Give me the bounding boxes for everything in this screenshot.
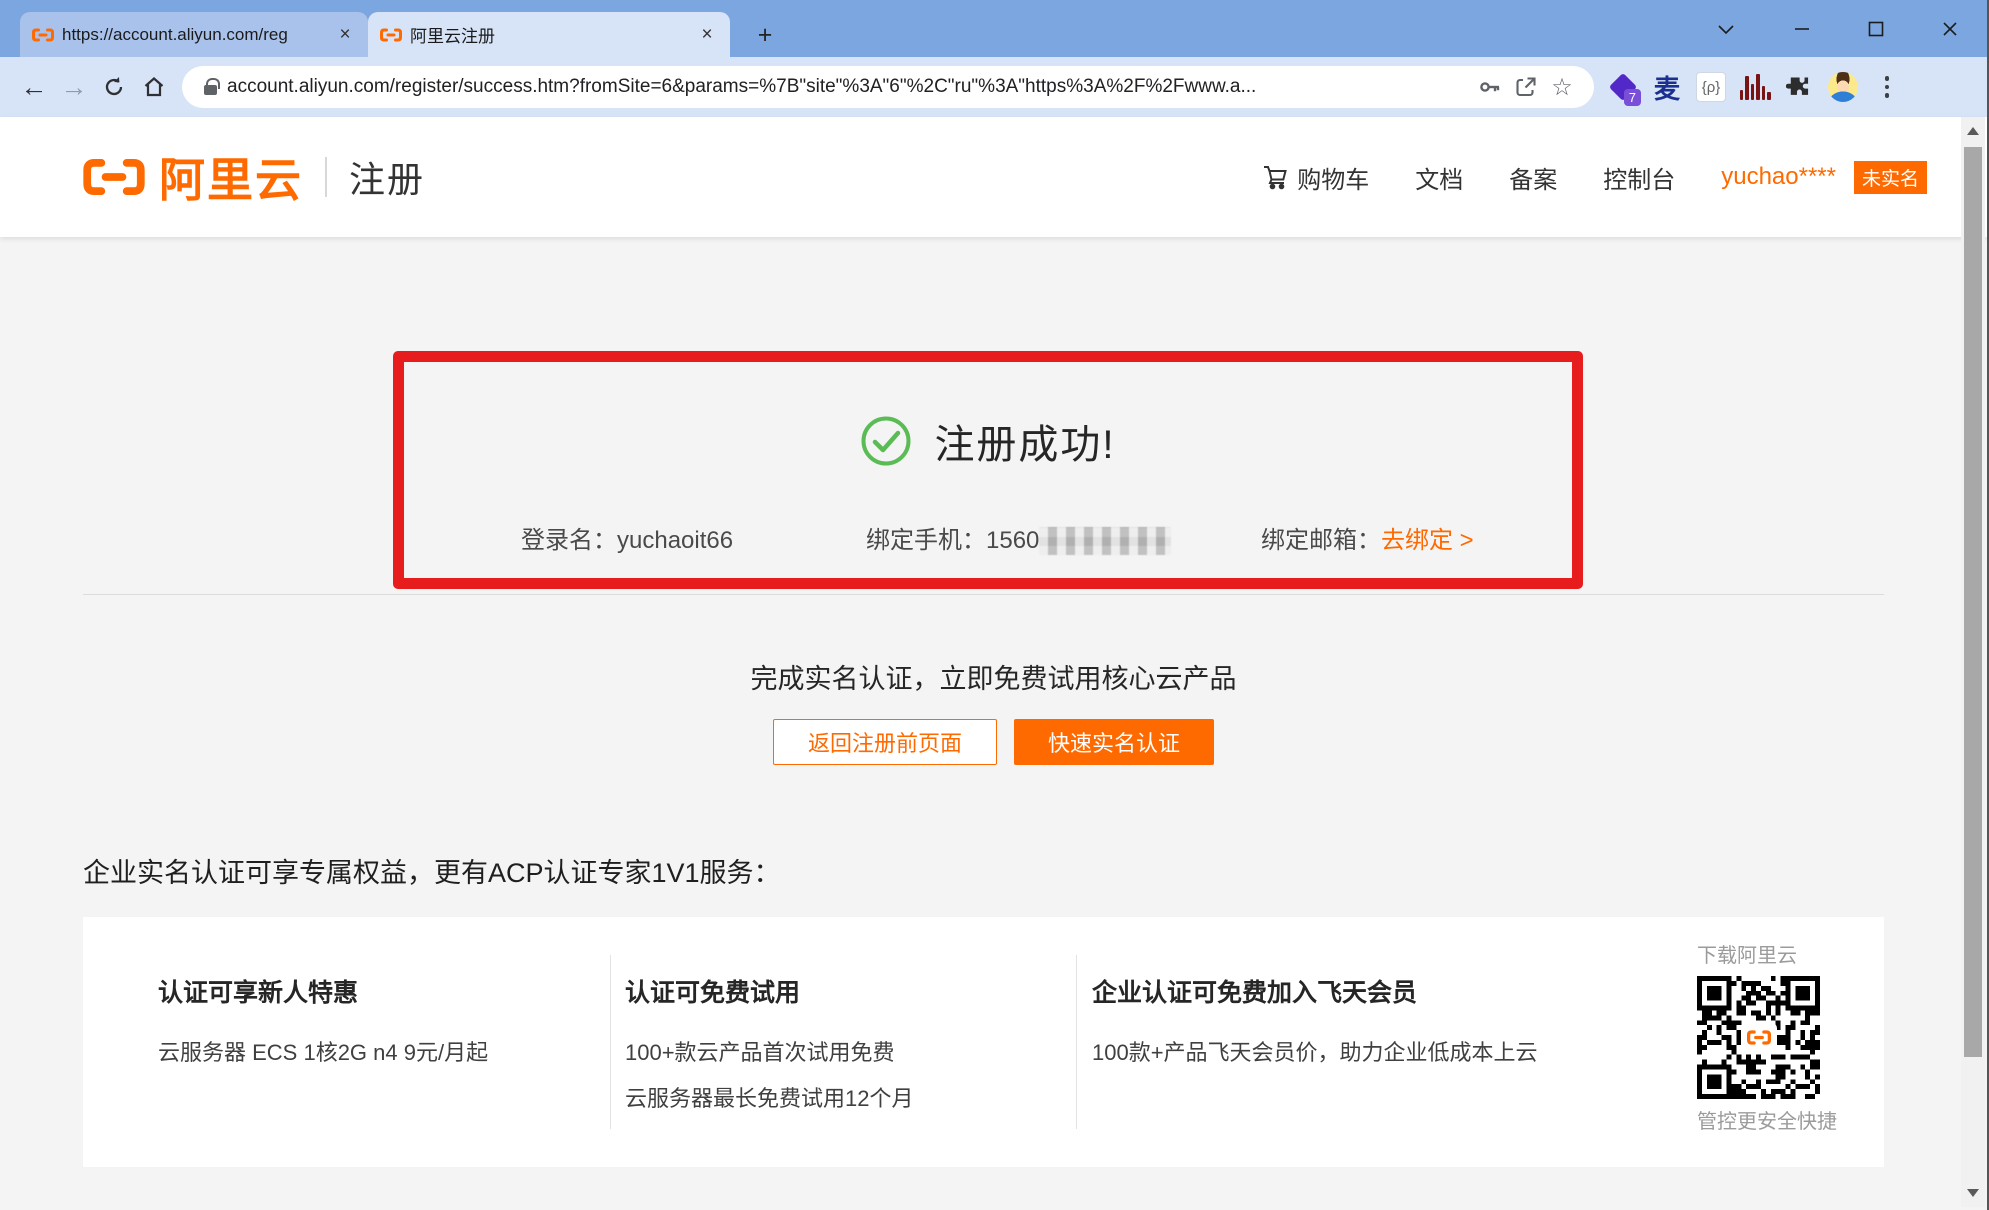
qr-caption-bottom: 管控更安全快捷 [1697, 1105, 1857, 1134]
annotation-red-box: 注册成功! 登录名：yuchaoit66 绑定手机：1560 绑定邮箱：去绑定 … [393, 351, 1583, 589]
app-download-block: 下载阿里云 管控更安全快捷 [1697, 939, 1857, 1134]
new-tab-button[interactable]: + [748, 18, 782, 52]
section-divider [83, 594, 1884, 595]
tab-title: https://account.aliyun.com/reg [62, 25, 326, 45]
forward-icon[interactable]: → [54, 67, 94, 107]
mai-extension-icon[interactable]: 麦 [1648, 68, 1686, 106]
share-icon[interactable] [1508, 69, 1544, 105]
username-link[interactable]: yuchao**** [1721, 163, 1836, 191]
tab-aliyun-register[interactable]: 阿里云注册 × [368, 12, 730, 57]
tab-previous-page[interactable]: https://account.aliyun.com/reg × [20, 12, 368, 57]
benefit-column-freetrial: 认证可免费试用 100+款云产品首次试用免费 云服务器最长免费试用12个月 [625, 973, 913, 1113]
phone-mosaic [1039, 527, 1171, 555]
browser-titlebar: https://account.aliyun.com/reg × 阿里云注册 ×… [0, 0, 1987, 57]
bind-email-link[interactable]: 去绑定 > [1381, 527, 1474, 554]
url-text[interactable]: account.aliyun.com/register/success.htm?… [227, 76, 1472, 98]
aliyun-favicon-icon [380, 28, 402, 42]
extension-badge: 7 [1624, 89, 1641, 106]
register-success-page: 注册成功! 登录名：yuchaoit66 绑定手机：1560 绑定邮箱：去绑定 … [0, 237, 1987, 1210]
logo-text: 阿里云 [159, 144, 303, 210]
code-search-extension-icon[interactable]: {ρ} [1692, 68, 1730, 106]
browser-menu-icon[interactable] [1868, 68, 1906, 106]
audio-waveform-extension-icon[interactable] [1736, 68, 1774, 106]
nav-console[interactable]: 控制台 [1603, 160, 1675, 195]
url-bar[interactable]: account.aliyun.com/register/success.htm?… [182, 66, 1594, 108]
aliyun-header: 阿里云 注册 购物车 文档 备案 控制台 yuchao**** 未实名 [0, 117, 1987, 237]
cta-buttons: 返回注册前页面 快速实名认证 [0, 719, 1987, 765]
header-nav: 购物车 文档 备案 控制台 yuchao**** 未实名 [1262, 160, 1927, 195]
aliyun-logo[interactable]: 阿里云 注册 [83, 144, 425, 210]
benefits-card: 认证可享新人特惠 云服务器 ECS 1核2G n4 9元/月起 认证可免费试用 … [83, 917, 1884, 1167]
extensions-puzzle-icon[interactable] [1780, 68, 1818, 106]
maximize-button[interactable] [1847, 0, 1905, 57]
page-title: 注册 [349, 151, 425, 203]
unverified-badge: 未实名 [1854, 161, 1927, 194]
cart-icon [1262, 164, 1289, 190]
benefit-column-newuser: 认证可享新人特惠 云服务器 ECS 1核2G n4 9元/月起 [158, 973, 488, 1067]
success-row: 注册成功! [404, 412, 1572, 470]
logo-divider [325, 157, 327, 197]
browser-toolbar: ← → account.aliyun.com/register/success.… [0, 57, 1987, 117]
bound-email: 绑定邮箱：去绑定 > [1261, 520, 1474, 555]
success-title: 注册成功! [934, 412, 1115, 470]
nav-cart[interactable]: 购物车 [1262, 160, 1369, 195]
bound-phone: 绑定手机：1560 [866, 520, 1171, 555]
browser-window: { "browser": { "tabs": [ { "title": "htt… [0, 0, 1989, 1210]
secure-lock-icon[interactable] [204, 85, 217, 95]
column-divider [1076, 955, 1077, 1129]
quick-verify-button[interactable]: 快速实名认证 [1014, 719, 1214, 765]
tab-title: 阿里云注册 [410, 22, 688, 47]
back-icon[interactable]: ← [14, 67, 54, 107]
back-to-register-button[interactable]: 返回注册前页面 [773, 719, 997, 765]
scrollbar-up-icon[interactable] [1961, 117, 1985, 145]
close-button[interactable] [1921, 0, 1979, 57]
tab-close-icon[interactable]: × [334, 24, 356, 46]
qr-center-logo-icon [1741, 1023, 1777, 1053]
nav-docs[interactable]: 文档 [1415, 160, 1463, 195]
benefit-column-feitian: 企业认证可免费加入飞天会员 100款+产品飞天会员价，助力企业低成本上云 [1092, 973, 1538, 1067]
aliyun-logo-icon [83, 158, 145, 196]
aliyun-favicon-icon [32, 28, 54, 42]
nav-beian[interactable]: 备案 [1509, 160, 1557, 195]
qr-caption-top: 下载阿里云 [1697, 939, 1857, 968]
bookmark-star-icon[interactable]: ☆ [1544, 69, 1580, 105]
bookmark-extension-icon[interactable]: 7 [1604, 68, 1642, 106]
profile-avatar[interactable] [1824, 68, 1862, 106]
minimize-button[interactable] [1773, 0, 1831, 57]
benefits-heading: 企业实名认证可享专属权益，更有ACP认证专家1V1服务： [83, 851, 781, 890]
tab-search-chevron-icon[interactable] [1697, 0, 1755, 57]
login-name: 登录名：yuchaoit66 [521, 520, 733, 555]
verify-prompt: 完成实名认证，立即免费试用核心云产品 [0, 657, 1987, 696]
download-qr-code [1697, 976, 1820, 1099]
column-divider [610, 955, 611, 1129]
home-icon[interactable] [134, 67, 174, 107]
tab-close-icon[interactable]: × [696, 24, 718, 46]
extensions-area: 7 麦 {ρ} [1604, 68, 1906, 106]
reload-icon[interactable] [94, 67, 134, 107]
success-check-icon [860, 415, 912, 467]
scrollbar-thumb[interactable] [1964, 147, 1982, 1057]
vertical-scrollbar[interactable] [1961, 117, 1985, 1207]
scrollbar-down-icon[interactable] [1961, 1179, 1985, 1207]
password-key-icon[interactable] [1472, 69, 1508, 105]
